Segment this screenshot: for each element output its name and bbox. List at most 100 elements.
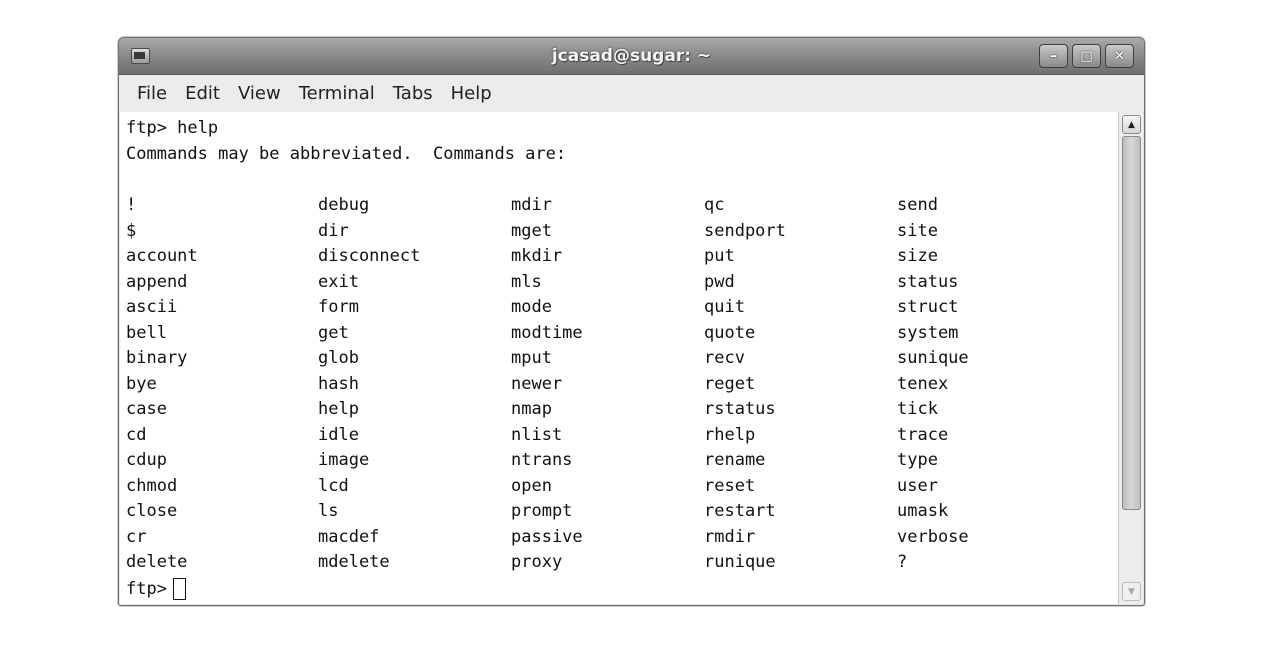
command-name: ntrans [511,450,573,471]
command-name: account [126,246,198,267]
title-bar[interactable]: jcasad@sugar: ~ – □ ✕ [119,38,1144,75]
command-name: quote [704,322,756,343]
command-name: get [318,322,349,343]
command-name: binary [126,348,188,369]
command-name: tenex [897,373,949,394]
command-name: reget [704,373,756,394]
menu-file[interactable]: File [129,83,175,104]
command-name: rhelp [704,424,756,445]
command-name: chmod [126,475,178,496]
command-name: delete [126,552,188,573]
command-name: pwd [704,271,735,292]
close-button[interactable]: ✕ [1105,44,1134,68]
command-name: runique [704,552,776,573]
command-name: mdir [511,195,552,216]
command-name: mkdir [511,246,563,267]
command-name: help [318,399,359,420]
command-name: ls [318,501,339,522]
terminal-output[interactable]: ftp> help Commands may be abbreviated. C… [120,112,1118,604]
menu-view[interactable]: View [230,83,289,104]
command-name: macdef [318,526,380,547]
scroll-down-arrow-icon[interactable]: ▼ [1122,582,1141,601]
command-name: restart [704,501,776,522]
command-name: status [897,271,959,292]
window-title: jcasad@sugar: ~ [551,46,712,66]
command-name: system [897,322,959,343]
command-name: $ [126,220,137,241]
command-name: trace [897,424,949,445]
maximize-button[interactable]: □ [1072,44,1101,68]
command-name: hash [318,373,359,394]
help-header: Commands may be abbreviated. Commands ar… [126,143,567,164]
command-name: cd [126,424,147,445]
menu-terminal[interactable]: Terminal [291,83,383,104]
command-name: glob [318,348,359,369]
command-name: append [126,271,188,292]
command-name: bell [126,322,167,343]
command-name: newer [511,373,563,394]
command-name: quit [704,297,745,318]
ftp-prompt: ftp> [126,578,167,599]
command-name: proxy [511,552,563,573]
command-name: ascii [126,297,178,318]
command-name: verbose [897,526,969,547]
command-name: form [318,297,359,318]
command-name: size [897,246,938,267]
command-name: disconnect [318,246,421,267]
command-name: site [897,220,938,241]
text-cursor [172,577,186,600]
menu-edit[interactable]: Edit [177,83,228,104]
command-name: debug [318,195,370,216]
command-name: passive [511,526,583,547]
command-name: rename [704,450,766,471]
command-name: modtime [511,322,583,343]
command-name: close [126,501,178,522]
command-name: mput [511,348,552,369]
command-name: sendport [704,220,786,241]
command-name: mdelete [318,552,390,573]
command-name: sunique [897,348,969,369]
command-name: image [318,450,370,471]
command-name: prompt [511,501,573,522]
command-name: nmap [511,399,552,420]
menu-bar: File Edit View Terminal Tabs Help [119,75,1144,113]
command-name: user [897,475,938,496]
command-list: ! debug mdir qc send $ dir mget sendport site acco… [126,193,1118,576]
command-name: mode [511,297,552,318]
command-name: bye [126,373,157,394]
command-name: type [897,450,938,471]
command-name: struct [897,297,959,318]
command-name: put [704,246,735,267]
command-name: cdup [126,450,167,471]
prompt-line[interactable]: ftp> [126,576,1118,602]
command-name: mget [511,220,552,241]
menu-help[interactable]: Help [443,83,500,104]
command-name: idle [318,424,359,445]
vertical-scrollbar[interactable]: ▲ ▼ [1118,112,1143,604]
command-name: umask [897,501,949,522]
scroll-up-arrow-icon[interactable]: ▲ [1122,115,1141,134]
command-name: qc [704,195,725,216]
command-name: reset [704,475,756,496]
scrollbar-thumb[interactable] [1122,136,1141,510]
command-name: rstatus [704,399,776,420]
command-name: case [126,399,167,420]
command-name: ! [126,195,137,216]
minimize-button[interactable]: – [1039,44,1068,68]
command-name: recv [704,348,745,369]
command-name: rmdir [704,526,756,547]
command-name: tick [897,399,938,420]
command-name: exit [318,271,359,292]
command-name: open [511,475,552,496]
command-name: cr [126,526,147,547]
command-name: send [897,195,938,216]
command-name: nlist [511,424,563,445]
menu-tabs[interactable]: Tabs [385,83,441,104]
command-line: ftp> help [126,118,219,138]
command-name: ? [897,552,908,573]
command-name: lcd [318,475,349,496]
terminal-window: jcasad@sugar: ~ – □ ✕ File Edit View Ter… [118,37,1145,606]
command-name: dir [318,220,349,241]
command-name: mls [511,271,542,292]
